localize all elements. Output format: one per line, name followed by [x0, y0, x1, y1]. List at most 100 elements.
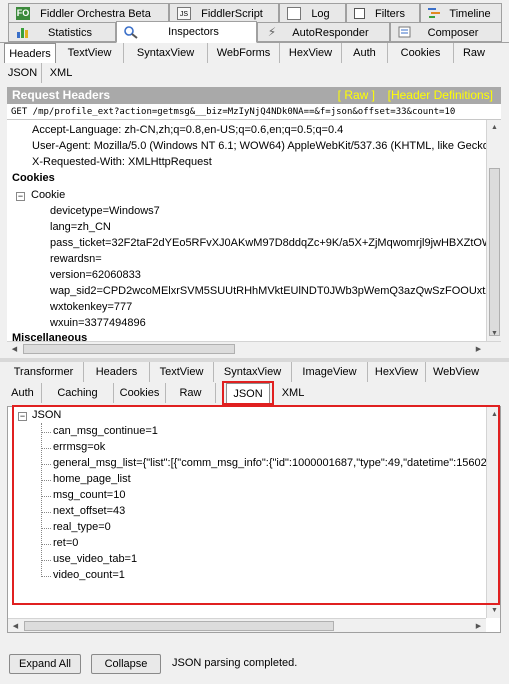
resp-tab-caching[interactable]: Caching — [42, 383, 114, 403]
collapse-json-root-icon[interactable]: − — [18, 412, 27, 421]
tab-label: Statistics — [47, 27, 92, 39]
header-line: User-Agent: Mozilla/5.0 (Windows NT 6.1;… — [32, 140, 501, 152]
req-tab-headers[interactable]: Headers — [4, 43, 56, 63]
top-tab-composer[interactable]: Composer — [390, 22, 502, 42]
resp-tab-textview[interactable]: TextView — [150, 362, 214, 382]
tab-label: Filters — [375, 8, 405, 20]
json-horizontal-scrollbar[interactable]: ◀ ▶ — [8, 618, 486, 632]
top-tab-statistics[interactable]: Statistics — [8, 22, 116, 42]
req-tab-raw[interactable]: Raw — [454, 43, 494, 63]
log-icon — [287, 7, 301, 20]
cookie-node: Cookie — [31, 189, 66, 201]
scroll-right-arrow-icon[interactable]: ▶ — [471, 342, 486, 357]
scroll-up-arrow-icon[interactable]: ▲ — [487, 407, 500, 422]
composer-icon — [398, 26, 412, 39]
json-vertical-scrollbar[interactable]: ▲ ▼ — [486, 407, 500, 618]
top-tab-inspectors[interactable]: Inspectors — [116, 21, 257, 43]
js-script-icon: JS — [177, 7, 191, 20]
json-node[interactable]: ret=0 — [53, 537, 78, 549]
scroll-left-arrow-icon[interactable]: ◀ — [8, 619, 23, 632]
json-node[interactable]: use_video_tab=1 — [53, 553, 137, 565]
tree-connector — [41, 528, 51, 529]
resp-tab-syntaxview[interactable]: SyntaxView — [214, 362, 292, 382]
json-node[interactable]: general_msg_list={"list":[{"comm_msg_inf… — [53, 457, 493, 469]
tab-label: Inspectors — [168, 26, 219, 38]
tree-connector — [41, 432, 51, 433]
scroll-right-arrow-icon[interactable]: ▶ — [471, 619, 486, 632]
header-definitions-link[interactable]: [Header Definitions] — [388, 88, 493, 102]
scroll-left-arrow-icon[interactable]: ◀ — [7, 342, 22, 357]
resp-tab-json[interactable]: JSON — [226, 383, 270, 403]
scroll-down-arrow-icon[interactable]: ▼ — [487, 603, 500, 618]
cookie-value: version=62060833 — [50, 269, 141, 281]
scroll-up-arrow-icon[interactable]: ▲ — [487, 120, 501, 135]
resp-tab-transformer[interactable]: Transformer — [4, 362, 84, 382]
miscellaneous-section-heading: Miscellaneous — [12, 332, 88, 341]
tab-label: Composer — [427, 27, 479, 39]
collapse-button[interactable]: Collapse — [91, 654, 161, 674]
top-tab-fiddlerscript[interactable]: JS FiddlerScript — [169, 3, 279, 23]
expand-all-button[interactable]: Expand All — [9, 654, 81, 674]
tab-label: Log — [311, 8, 330, 20]
json-node[interactable]: real_type=0 — [53, 521, 111, 533]
json-node[interactable]: home_page_list — [53, 473, 131, 485]
json-node[interactable]: msg_count=10 — [53, 489, 125, 501]
request-line: GET /mp/profile_ext?action=getmsg&__biz=… — [7, 104, 501, 120]
req-tab-auth[interactable]: Auth — [342, 43, 388, 63]
top-tab-fiddler-orchestra[interactable]: FO Fiddler Orchestra Beta — [8, 3, 169, 23]
lightning-icon: ⚡ — [267, 25, 277, 39]
collapse-cookie-icon[interactable]: − — [16, 192, 25, 201]
top-tab-filters[interactable]: Filters — [346, 3, 420, 23]
top-tab-autoresponder[interactable]: ⚡ AutoResponder — [257, 22, 390, 42]
timeline-icon — [428, 7, 442, 20]
response-tabs-row2: Auth Caching Cookies Raw JSON XML — [4, 383, 324, 403]
json-root-node: JSON — [32, 409, 62, 421]
header-line: Accept-Language: zh-CN,zh;q=0.8,en-US;q=… — [32, 124, 344, 136]
request-horizontal-scrollbar[interactable]: ◀ ▶ — [7, 341, 501, 356]
scroll-thumb[interactable] — [24, 621, 334, 631]
tree-guide-line — [41, 423, 42, 575]
request-vertical-scrollbar[interactable]: ▲ ▼ — [486, 120, 501, 341]
json-node[interactable]: can_msg_continue=1 — [53, 425, 158, 437]
req-tab-json[interactable]: JSON — [4, 63, 42, 83]
tree-connector — [41, 496, 51, 497]
raw-link[interactable]: [ Raw ] — [338, 88, 375, 102]
req-tab-cookies[interactable]: Cookies — [388, 43, 454, 63]
resp-tab-cookies[interactable]: Cookies — [114, 383, 166, 403]
tree-connector — [41, 448, 51, 449]
cookie-value: wxtokenkey=777 — [50, 301, 133, 313]
scroll-thumb[interactable] — [23, 344, 235, 354]
resp-tab-auth[interactable]: Auth — [4, 383, 42, 403]
cookie-value: wap_sid2=CPD2wcoMElxrSVM5SUUtRHhMVktEUlN… — [50, 285, 501, 297]
resp-tab-headers[interactable]: Headers — [84, 362, 150, 382]
tab-label: FiddlerScript — [201, 8, 263, 20]
req-tab-textview[interactable]: TextView — [56, 43, 124, 63]
req-tab-webforms[interactable]: WebForms — [208, 43, 280, 63]
inspectors-icon — [124, 26, 138, 39]
resp-tab-hexview[interactable]: HexView — [368, 362, 426, 382]
top-tab-timeline[interactable]: Timeline — [420, 3, 502, 23]
req-tab-xml[interactable]: XML — [42, 63, 80, 83]
json-node[interactable]: errmsg=ok — [53, 441, 105, 453]
statistics-icon — [16, 26, 30, 39]
tree-connector — [41, 480, 51, 481]
json-node[interactable]: next_offset=43 — [53, 505, 125, 517]
resp-tab-webview[interactable]: WebView — [426, 362, 486, 382]
request-tabs-row2: JSON XML — [4, 63, 204, 83]
request-headers-bar: Request Headers [ Raw ] [Header Definiti… — [7, 87, 501, 104]
tree-connector — [41, 576, 51, 577]
resp-tab-imageview[interactable]: ImageView — [292, 362, 368, 382]
tree-connector — [41, 464, 51, 465]
top-tab-log[interactable]: Log — [279, 3, 346, 23]
request-headers-title: Request Headers — [12, 88, 111, 102]
scroll-down-arrow-icon[interactable]: ▼ — [487, 326, 501, 341]
req-tab-syntaxview[interactable]: SyntaxView — [124, 43, 208, 63]
cookie-value: lang=zh_CN — [50, 221, 111, 233]
header-line: X-Requested-With: XMLHttpRequest — [32, 156, 212, 168]
request-headers-panel: Accept-Language: zh-CN,zh;q=0.8,en-US;q=… — [7, 120, 501, 341]
resp-tab-raw[interactable]: Raw — [166, 383, 216, 403]
scroll-thumb[interactable] — [489, 168, 500, 336]
json-node[interactable]: video_count=1 — [53, 569, 125, 581]
req-tab-hexview[interactable]: HexView — [280, 43, 342, 63]
resp-tab-xml[interactable]: XML — [270, 383, 316, 403]
